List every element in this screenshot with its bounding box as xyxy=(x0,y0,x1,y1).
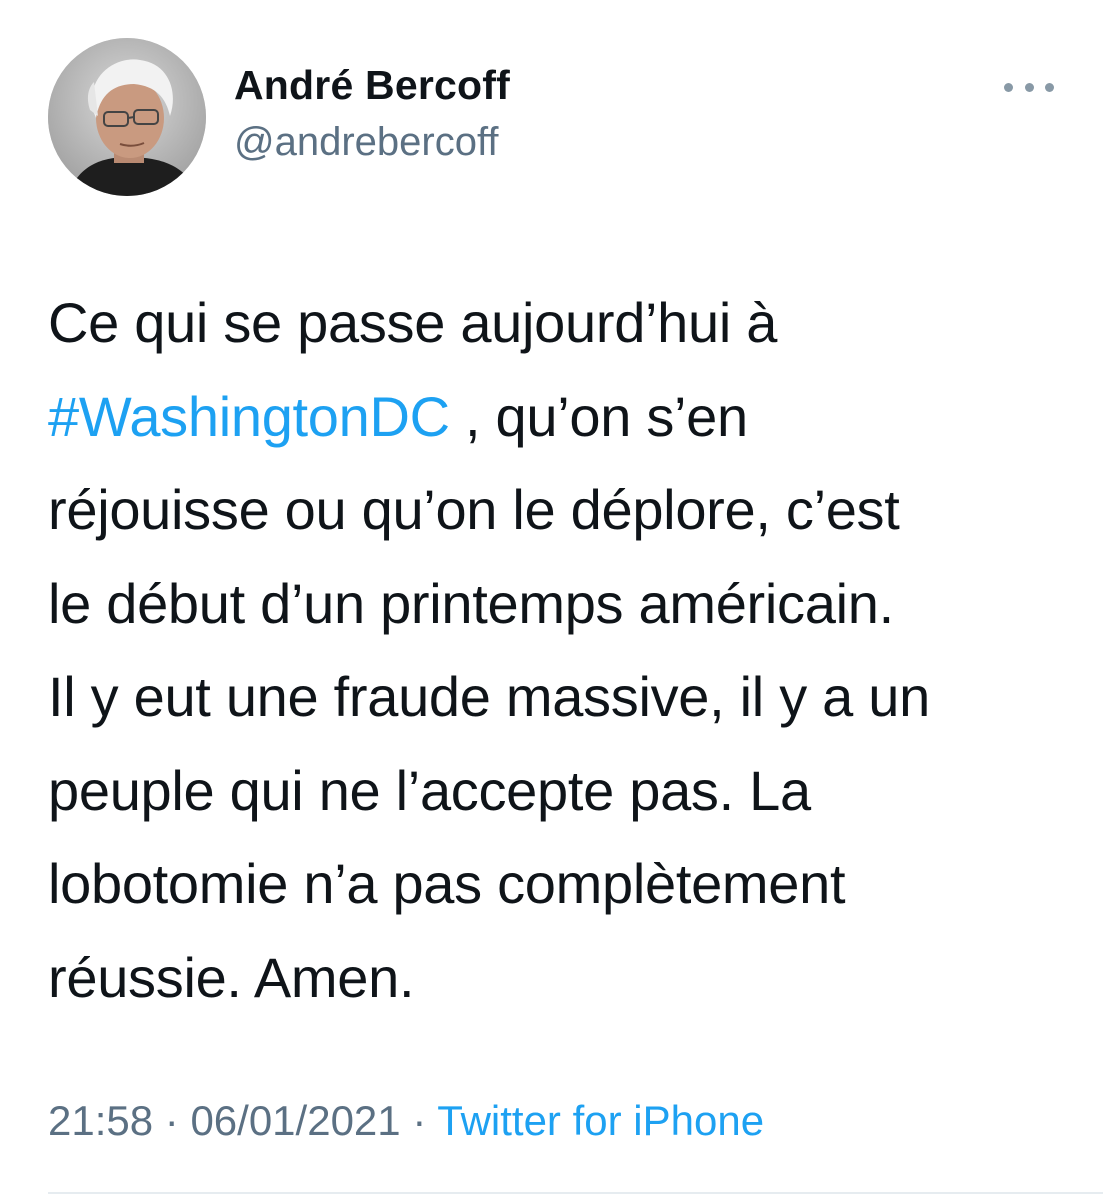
tweet-line: Ce qui se passe aujourd’hui à xyxy=(48,291,778,354)
more-horizontal-icon[interactable] xyxy=(1004,72,1054,102)
more-dot xyxy=(1045,82,1054,92)
tweet-source-link[interactable]: Twitter for iPhone xyxy=(437,1097,764,1144)
more-dot xyxy=(1024,82,1034,92)
tweet-text: Ce qui se passe aujourd’hui à #Washingto… xyxy=(48,276,1078,1024)
avatar[interactable] xyxy=(48,38,206,196)
tweet-card: André Bercoff @andrebercoff Ce qui se pa… xyxy=(0,0,1103,1200)
tweet-line: Il y eut une fraude massive, il y a un xyxy=(48,665,930,728)
meta-separator: · xyxy=(400,1097,438,1144)
divider xyxy=(48,1192,1103,1194)
tweet-meta: 21:58 · 06/01/2021 · Twitter for iPhone xyxy=(48,1097,764,1145)
tweet-line: #WashingtonDC , qu’on s’en xyxy=(48,370,1078,464)
tweet-time[interactable]: 21:58 xyxy=(48,1097,153,1144)
tweet-line: lobotomie n’a pas complètement xyxy=(48,852,846,915)
tweet-line: peuple qui ne l’accepte pas. La xyxy=(48,758,811,822)
tweet-line: le début d’un printemps américain. xyxy=(48,571,894,635)
meta-separator: · xyxy=(153,1097,191,1144)
avatar-portrait xyxy=(48,38,206,196)
more-dot xyxy=(1004,82,1013,92)
tweet-line: réussie. Amen. xyxy=(48,945,415,1009)
tweet-line: réjouisse ou qu’on le déplore, c’est xyxy=(48,478,900,541)
author-handle[interactable]: @andrebercoff xyxy=(234,120,498,165)
author-display-name[interactable]: André Bercoff xyxy=(234,62,510,109)
tweet-line-rest: , qu’on s’en xyxy=(449,384,748,448)
hashtag-link[interactable]: #WashingtonDC xyxy=(48,385,450,448)
tweet-date[interactable]: 06/01/2021 xyxy=(190,1097,400,1144)
